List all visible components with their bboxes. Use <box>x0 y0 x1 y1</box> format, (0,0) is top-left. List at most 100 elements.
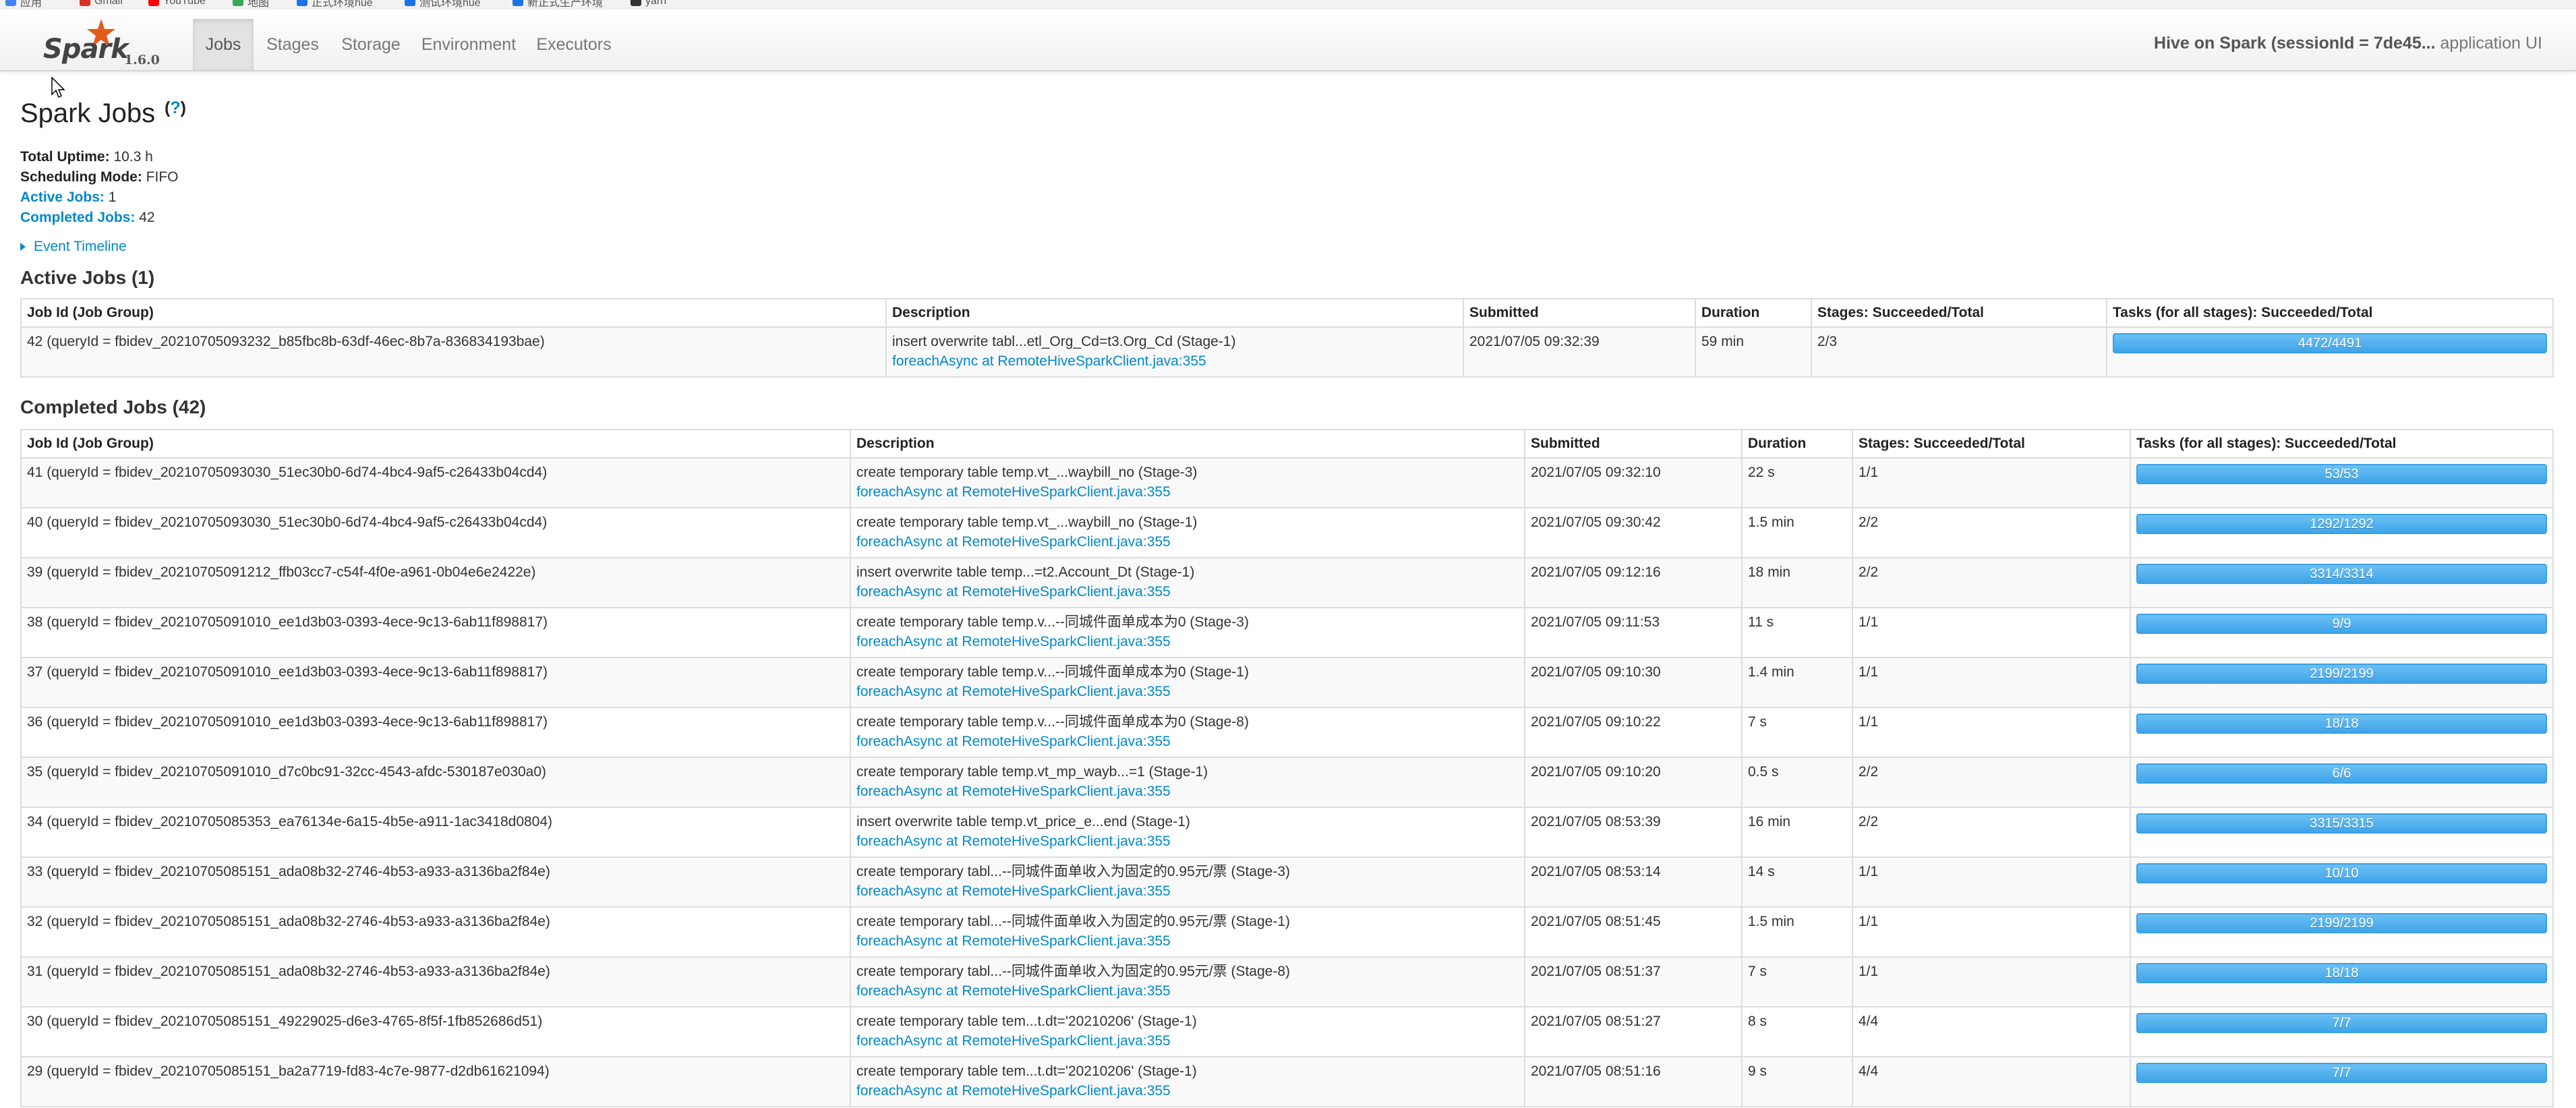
description-cell: create temporary tabl...--同城件面单收入为固定的0.9… <box>850 856 1525 908</box>
job-detail-link[interactable]: foreachAsync at RemoteHiveSparkClient.ja… <box>856 582 1519 602</box>
stages-cell: 4/4 <box>1852 1056 2131 1107</box>
completed-jobs-link[interactable]: Completed Jobs: <box>20 210 135 225</box>
column-header[interactable]: Duration <box>1695 298 1812 328</box>
column-header[interactable]: Job Id (Job Group) <box>20 429 851 459</box>
job-detail-link[interactable]: foreachAsync at RemoteHiveSparkClient.ja… <box>856 981 1519 1001</box>
job-row: 42 (queryId = fbidev_20210705093232_b85f… <box>20 326 2554 378</box>
tab-executors[interactable]: Executors <box>533 19 615 70</box>
task-progress-bar: 2199/2199 <box>2136 913 2547 933</box>
mouse-cursor-icon <box>51 77 65 98</box>
active-jobs-value: 1 <box>104 189 117 205</box>
active-jobs-link[interactable]: Active Jobs: <box>20 189 105 205</box>
job-detail-link[interactable]: foreachAsync at RemoteHiveSparkClient.ja… <box>856 931 1519 951</box>
task-progress-bar: 3315/3315 <box>2136 813 2547 834</box>
submitted-cell: 2021/07/05 08:51:37 <box>1524 956 1743 1008</box>
job-row: 30 (queryId = fbidev_20210705085151_4922… <box>20 1006 2554 1057</box>
event-timeline-toggle[interactable]: Event Timeline <box>20 239 127 255</box>
completed-jobs-heading[interactable]: Completed Jobs (42) <box>20 397 206 418</box>
submitted-cell: 2021/07/05 08:51:45 <box>1524 906 1743 958</box>
job-id-cell: 34 (queryId = fbidev_20210705085353_ea76… <box>20 807 851 858</box>
bookmark-item[interactable]: 地图 <box>233 0 270 9</box>
bookmark-label: 地图 <box>247 0 270 9</box>
brand-name: Spark <box>43 34 129 65</box>
job-detail-link[interactable]: foreachAsync at RemoteHiveSparkClient.ja… <box>856 532 1519 552</box>
column-header[interactable]: Job Id (Job Group) <box>20 298 887 328</box>
tab-jobs[interactable]: Jobs <box>193 19 254 70</box>
tasks-cell: 10/10 <box>2130 856 2554 908</box>
bookmark-item[interactable]: 新正式生产环境 <box>513 0 603 9</box>
tab-environment[interactable]: Environment <box>418 19 519 70</box>
column-header[interactable]: Stages: Succeeded/Total <box>1852 429 2131 459</box>
tab-stages[interactable]: Stages <box>259 19 326 70</box>
completed-jobs-table: Job Id (Job Group) Description Submitted Du… <box>20 429 2554 1107</box>
column-header[interactable]: Submitted <box>1463 298 1696 328</box>
duration-cell: 16 min <box>1741 807 1853 858</box>
spark-logo[interactable]: Spark 1.6.0 <box>38 18 166 67</box>
column-header[interactable]: Submitted <box>1524 429 1743 459</box>
job-description: create temporary table temp.v...--同城件面单成… <box>856 714 1249 730</box>
app-title: Hive on Spark (sessionId = 7de45... appl… <box>2154 34 2542 53</box>
bookmark-item[interactable]: Gmail <box>80 0 123 8</box>
job-summary: Total Uptime: 10.3 h Scheduling Mode: FI… <box>20 147 179 228</box>
app-title-session: Hive on Spark (sessionId = 7de45... <box>2154 34 2436 53</box>
bookmark-item[interactable]: yarn <box>631 0 666 8</box>
job-detail-link[interactable]: foreachAsync at RemoteHiveSparkClient.ja… <box>856 1031 1519 1051</box>
task-progress-bar: 1292/1292 <box>2136 514 2547 534</box>
bookmark-item[interactable]: YouTube <box>148 0 206 8</box>
job-detail-link[interactable]: foreachAsync at RemoteHiveSparkClient.ja… <box>856 832 1519 851</box>
tasks-cell: 7/7 <box>2130 1056 2554 1107</box>
job-description: create temporary table temp.vt_...waybil… <box>856 465 1198 480</box>
job-id-cell: 35 (queryId = fbidev_20210705091010_d7c0… <box>20 757 851 808</box>
job-detail-link[interactable]: foreachAsync at RemoteHiveSparkClient.ja… <box>856 1081 1519 1101</box>
description-cell: create temporary table tem...t.dt='20210… <box>850 1006 1525 1057</box>
bookmark-item[interactable]: 测试环境hue <box>405 0 481 9</box>
job-detail-link[interactable]: foreachAsync at RemoteHiveSparkClient.ja… <box>856 732 1519 751</box>
task-progress-bar: 10/10 <box>2136 863 2547 883</box>
job-id-cell: 33 (queryId = fbidev_20210705085151_ada0… <box>20 856 851 908</box>
stages-cell: 1/1 <box>1852 607 2131 658</box>
column-header[interactable]: Tasks (for all stages): Succeeded/Total <box>2130 429 2554 459</box>
task-progress-bar: 18/18 <box>2136 713 2547 734</box>
job-detail-link[interactable]: foreachAsync at RemoteHiveSparkClient.ja… <box>856 482 1519 502</box>
bookmark-item[interactable]: 应用 <box>5 0 42 9</box>
job-description: create temporary table temp.vt_...waybil… <box>856 515 1198 530</box>
duration-cell: 1.5 min <box>1741 906 1853 958</box>
job-detail-link[interactable]: foreachAsync at RemoteHiveSparkClient.ja… <box>892 351 1457 371</box>
job-row: 32 (queryId = fbidev_20210705085151_ada0… <box>20 906 2554 958</box>
active-jobs-heading[interactable]: Active Jobs (1) <box>20 267 154 289</box>
job-id-cell: 38 (queryId = fbidev_20210705091010_ee1d… <box>20 607 851 658</box>
tasks-cell: 3315/3315 <box>2130 807 2554 858</box>
column-header[interactable]: Description <box>850 429 1525 459</box>
duration-cell: 11 s <box>1741 607 1853 658</box>
job-detail-link[interactable]: foreachAsync at RemoteHiveSparkClient.ja… <box>856 632 1519 651</box>
spark-version: 1.6.0 <box>124 53 160 67</box>
bookmark-item[interactable]: 正式环境hue <box>297 0 373 9</box>
submitted-cell: 2021/07/05 08:51:16 <box>1524 1056 1743 1107</box>
duration-cell: 7 s <box>1741 956 1853 1008</box>
tasks-cell: 2199/2199 <box>2130 906 2554 958</box>
tab-storage[interactable]: Storage <box>333 19 409 70</box>
submitted-cell: 2021/07/05 09:12:16 <box>1524 557 1743 608</box>
stages-cell: 1/1 <box>1852 707 2131 758</box>
stages-cell: 2/2 <box>1852 807 2131 858</box>
help-icon[interactable]: ? <box>170 98 180 117</box>
help-link[interactable]: (?) <box>165 98 186 118</box>
description-cell: insert overwrite table temp...=t2.Accoun… <box>850 557 1525 608</box>
job-detail-link[interactable]: foreachAsync at RemoteHiveSparkClient.ja… <box>856 881 1519 901</box>
scheduling-value: FIFO <box>142 169 179 185</box>
column-header[interactable]: Stages: Succeeded/Total <box>1811 298 2107 328</box>
apps-grid-icon <box>5 0 16 6</box>
column-header[interactable]: Duration <box>1741 429 1853 459</box>
column-header[interactable]: Description <box>885 298 1464 328</box>
job-description: create temporary table temp.vt_mp_wayb..… <box>856 764 1208 780</box>
page-title: Spark Jobs <box>20 98 156 128</box>
job-row: 35 (queryId = fbidev_20210705091010_d7c0… <box>20 757 2554 808</box>
column-header[interactable]: Tasks (for all stages): Succeeded/Total <box>2106 298 2554 328</box>
job-detail-link[interactable]: foreachAsync at RemoteHiveSparkClient.ja… <box>856 682 1519 701</box>
submitted-cell: 2021/07/05 09:32:10 <box>1524 457 1743 508</box>
uptime-label: Total Uptime: <box>20 149 110 165</box>
job-row: 41 (queryId = fbidev_20210705093030_51ec… <box>20 457 2554 508</box>
submitted-cell: 2021/07/05 09:30:42 <box>1524 507 1743 558</box>
duration-cell: 1.4 min <box>1741 657 1853 708</box>
job-detail-link[interactable]: foreachAsync at RemoteHiveSparkClient.ja… <box>856 782 1519 801</box>
